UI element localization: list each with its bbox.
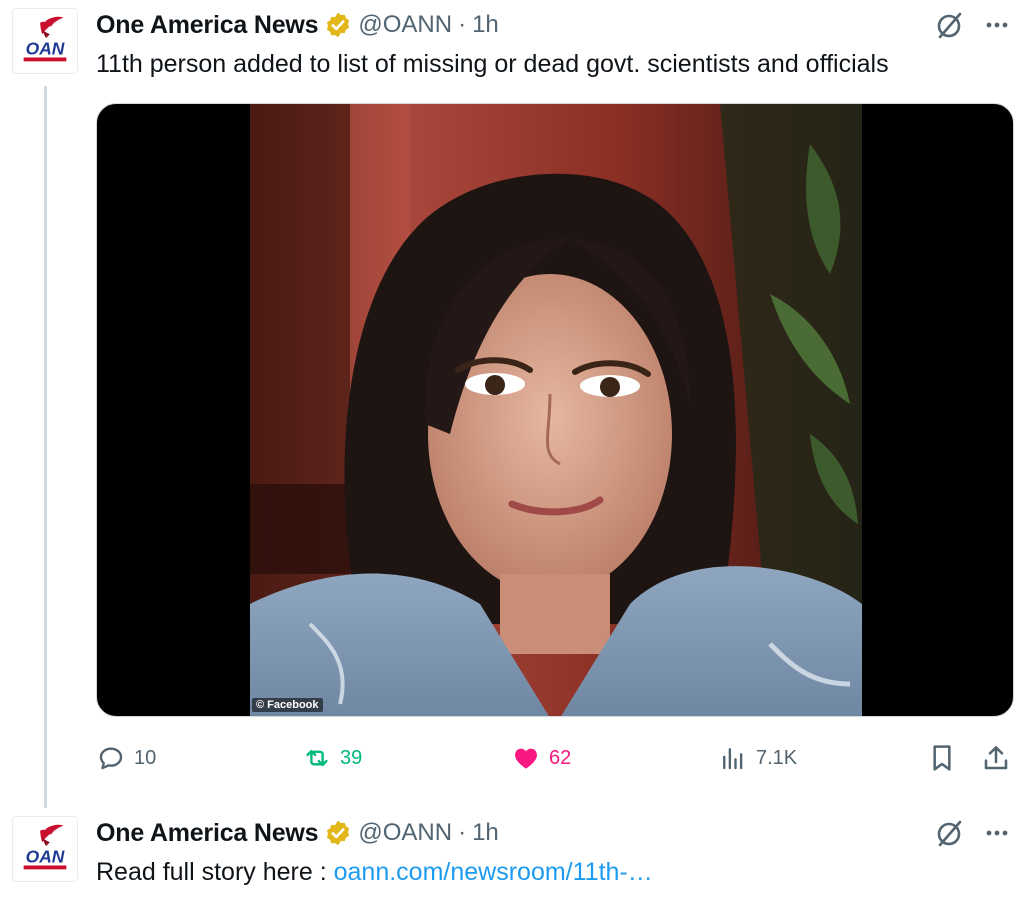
reply-count: 10 xyxy=(134,746,157,769)
avatar[interactable]: OAN xyxy=(12,816,78,882)
tweet-text-prefix: Read full story here : xyxy=(96,858,334,886)
reply-icon xyxy=(99,747,123,770)
heart-icon xyxy=(515,748,537,769)
article-link[interactable]: oann.com/newsroom/11th-… xyxy=(334,858,653,886)
repost-icon xyxy=(306,749,328,767)
timestamp[interactable]: 1h xyxy=(472,819,499,847)
oan-logo-icon: OAN xyxy=(13,9,77,73)
bookmark-icon[interactable] xyxy=(926,741,958,775)
views-button[interactable]: 7.1K xyxy=(718,738,797,778)
verified-badge-icon[interactable] xyxy=(324,11,352,39)
more-icon[interactable] xyxy=(982,10,1012,40)
verified-badge-icon[interactable] xyxy=(324,819,352,847)
photo-illustration xyxy=(250,104,862,716)
more-icon[interactable] xyxy=(982,818,1012,848)
media-credit: © Facebook xyxy=(252,698,323,712)
grok-icon[interactable] xyxy=(934,10,964,40)
tweet-header: One America News @OANN · 1h xyxy=(96,816,499,850)
author-name[interactable]: One America News xyxy=(96,11,319,40)
separator-dot: · xyxy=(458,819,467,846)
avatar[interactable]: OAN xyxy=(12,8,78,74)
oan-logo-icon: OAN xyxy=(13,817,77,881)
like-button[interactable]: 62 xyxy=(511,738,571,778)
views-count: 7.1K xyxy=(756,746,798,769)
tweet-text: 11th person added to list of missing or … xyxy=(96,50,889,78)
reply-button[interactable]: 10 xyxy=(96,738,156,778)
tweet-text: Read full story here : oann.com/newsroom… xyxy=(96,856,653,888)
repost-count: 39 xyxy=(340,746,363,769)
repost-button[interactable]: 39 xyxy=(302,738,362,778)
author-handle[interactable]: @OANN xyxy=(358,11,452,39)
author-name[interactable]: One America News xyxy=(96,819,319,848)
tweet-header: One America News @OANN · 1h xyxy=(96,8,499,42)
photo-image[interactable] xyxy=(250,104,862,716)
tweet-media[interactable]: © Facebook xyxy=(96,103,1014,717)
svg-text:OAN: OAN xyxy=(26,39,65,59)
svg-text:OAN: OAN xyxy=(26,847,65,867)
share-icon[interactable] xyxy=(980,741,1012,775)
tweet-actions-bar: 10 39 62 7.1K xyxy=(96,738,1014,778)
thread-connector-line xyxy=(44,86,47,808)
separator-dot: · xyxy=(458,11,467,38)
timestamp[interactable]: 1h xyxy=(472,11,499,39)
author-handle[interactable]: @OANN xyxy=(358,819,452,847)
like-count: 62 xyxy=(549,746,572,769)
grok-icon[interactable] xyxy=(934,818,964,848)
views-icon xyxy=(723,748,743,770)
